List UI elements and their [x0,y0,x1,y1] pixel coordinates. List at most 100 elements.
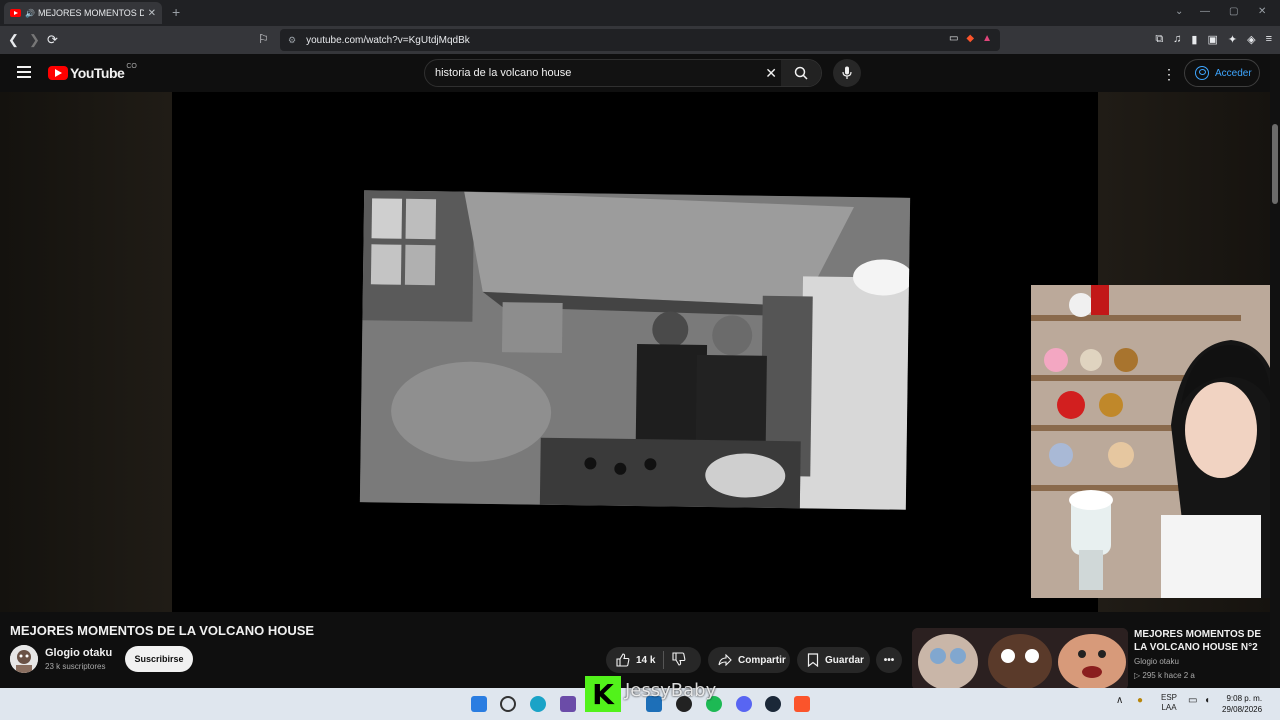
clock-date: 29/08/2026 [1222,705,1263,714]
youtube-play-icon [48,66,68,80]
maximize-button[interactable]: ▢ [1229,6,1238,17]
speaker-icon[interactable]: 🔊 [25,9,35,18]
search-box[interactable]: historia de la volcano house ✕ [424,59,822,87]
streamer-name: JessyBaby [625,680,717,701]
tab-title: MEJORES MOMENTOS DE LA [37,8,144,18]
tab-search-icon[interactable]: ⌄ [1175,6,1183,17]
share-icon [718,654,732,666]
save-label: Guardar [825,654,864,666]
edge-icon[interactable] [530,696,546,712]
lang-top: ESP [1161,693,1178,702]
cast-icon[interactable]: ▭ [949,33,958,44]
new-tab-button[interactable]: + [172,4,180,20]
recommended-video-thumbnail[interactable] [912,628,1128,690]
more-actions-button[interactable]: ••• [876,647,902,673]
like-dislike-group: 14 k [606,647,701,673]
media-icon[interactable]: ♫ [1173,33,1181,46]
hamburger-menu-icon[interactable] [17,66,31,78]
logo-text: YouTube [70,65,125,81]
sign-in-button[interactable]: Acceder [1184,59,1260,87]
search-button[interactable] [781,60,821,86]
language-indicator[interactable]: ESP LAA [1161,693,1177,713]
page-scrollbar[interactable] [1270,54,1280,694]
kitchen-scene-image [359,190,911,510]
network-icon[interactable]: ▭ [1188,695,1197,706]
leo-icon[interactable]: ✦ [1228,33,1237,46]
save-bookmark-icon [807,653,819,667]
steam-icon[interactable] [765,696,781,712]
like-divider [663,651,665,669]
url-text: youtube.com/watch?v=KgUtdjMqdBk [306,34,470,46]
recommended-video-meta: ▷ 295 k hace 2 a [1134,671,1195,680]
user-icon [1195,66,1209,80]
youtube-favicon-icon [10,9,21,17]
subscribe-button[interactable]: Suscribirse [125,646,193,672]
address-bar[interactable]: ⚙ youtube.com/watch?v=KgUtdjMqdBk ▭ ◆ ▲ [280,29,1000,51]
clear-search-icon[interactable]: ✕ [765,65,777,82]
share-button[interactable]: Compartir [708,647,790,673]
microphone-tray-icon[interactable]: ● [1137,695,1143,706]
youtube-header: YouTube CO historia de la volcano house … [0,54,1270,92]
voice-search-button[interactable] [833,59,861,87]
dislike-button[interactable] [672,651,686,669]
subscriber-count: 23 k suscriptores [45,662,106,671]
like-button[interactable]: 14 k [616,653,655,667]
minimize-button[interactable]: — [1200,6,1210,17]
settings-menu-icon[interactable]: ⋮ [1162,66,1176,83]
back-button[interactable]: ❮ [8,32,19,48]
kick-logo-letter: K [592,677,614,711]
channel-avatar[interactable] [10,645,38,673]
browser-tab-bar: 🔊 MEJORES MOMENTOS DE LA ✕ + ⌄ — ▢ ✕ [0,0,1280,26]
webcam-overlay [1031,285,1280,598]
screen: { "browser": { "tab_title": "MEJORES MOM… [0,0,1280,720]
microphone-icon [842,66,852,79]
discord-icon[interactable] [736,696,752,712]
video-frame [359,190,911,510]
thumbs-up-icon [616,653,630,667]
volume-icon[interactable]: ◖ [1204,695,1210,706]
recommended-video-title[interactable]: MEJORES MOMENTOS DE LA VOLCANO HOUSE N°2 [1134,628,1270,654]
recommended-channel-name[interactable]: Glogio otaku [1134,657,1179,666]
recommended-thumbnail-image [912,628,1128,690]
browser-tab[interactable]: 🔊 MEJORES MOMENTOS DE LA ✕ [4,2,162,24]
save-button[interactable]: Guardar [797,647,870,673]
brave-shields-icon[interactable]: ◆ [966,33,974,44]
streamer-webcam-image [1031,285,1280,598]
channel-name[interactable]: Glogio otaku [45,647,112,659]
system-clock[interactable]: 9:08 p. m. 29/08/2026 [1222,693,1262,715]
youtube-logo[interactable]: YouTube CO [48,62,137,81]
windows-start-icon[interactable] [471,696,487,712]
close-window-button[interactable]: ✕ [1258,6,1266,17]
brave-rewards-icon[interactable]: ▲ [982,33,992,44]
sign-in-label: Acceder [1215,67,1252,79]
search-icon [794,66,808,80]
extensions-icon[interactable]: ⧉ [1155,33,1163,46]
search-taskbar-icon[interactable] [500,696,516,712]
wallet-icon[interactable]: ▣ [1207,33,1217,46]
brave-taskbar-icon[interactable] [794,696,810,712]
share-label: Compartir [738,654,786,666]
tray-overflow-icon[interactable]: ∧ [1116,695,1123,706]
country-code: CO [126,62,137,70]
like-count: 14 k [636,654,656,666]
vpn-icon[interactable]: ◈ [1247,33,1255,46]
thumbs-down-icon [672,651,686,666]
site-info-icon[interactable]: ⚙ [288,35,296,46]
lang-bottom: LAA [1161,703,1177,712]
video-title: MEJORES MOMENTOS DE LA VOLCANO HOUSE [10,623,315,638]
clock-time: 9:08 p. m. [1226,694,1263,703]
close-tab-icon[interactable]: ✕ [148,8,156,19]
reload-button[interactable]: ⟳ [47,32,58,48]
kick-logo: K [585,676,621,712]
store-icon[interactable] [560,696,576,712]
channel-avatar-image [10,645,38,673]
ambient-glow-left [0,92,172,612]
more-icon: ••• [883,654,895,666]
scrollbar-thumb[interactable] [1272,124,1278,204]
search-input[interactable]: historia de la volcano house [435,67,571,79]
bookmark-icon[interactable]: ⚐ [258,32,269,46]
sidebar-icon[interactable]: ▮ [1191,33,1197,46]
browser-toolbar: ❮ ❯ ⟳ ⚐ ⚙ youtube.com/watch?v=KgUtdjMqdB… [0,26,1280,54]
menu-icon[interactable]: ≡ [1266,33,1272,46]
forward-button[interactable]: ❯ [29,32,40,48]
